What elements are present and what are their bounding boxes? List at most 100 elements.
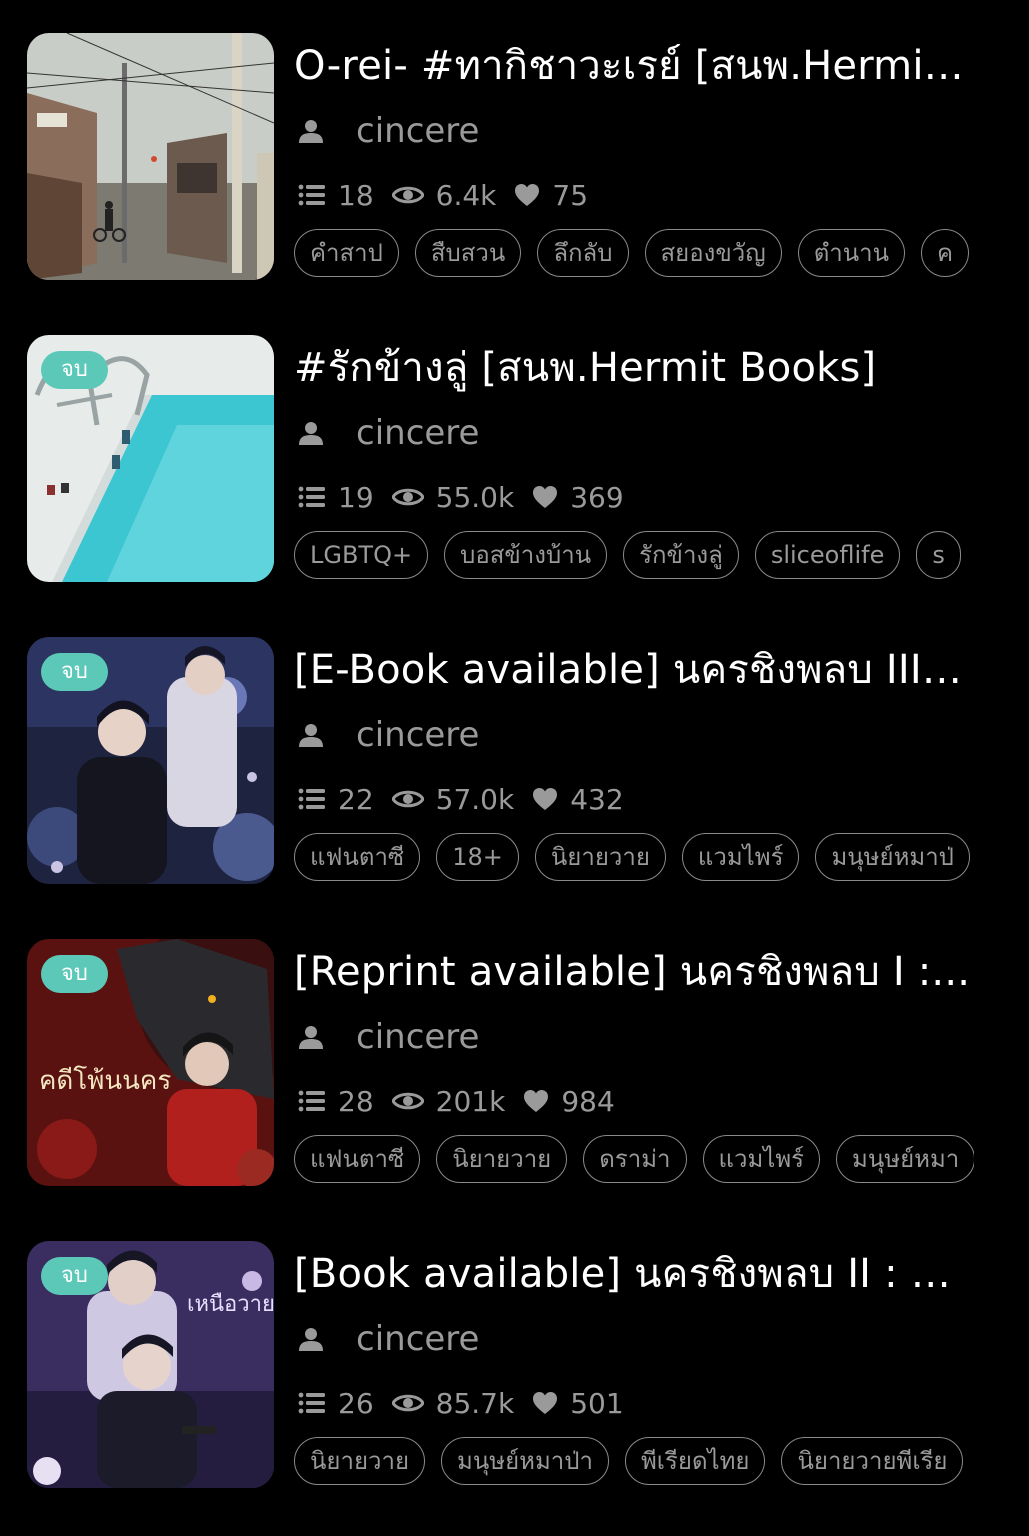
tag-chip[interactable]: นิยายวาย <box>294 1437 426 1485</box>
story-title[interactable]: [E-Book available] นครชิงพลบ III :... <box>294 641 974 699</box>
eye-icon <box>391 788 430 810</box>
story-stats: 28 201k 984 <box>298 1082 633 1120</box>
tag-list: นิยายวาย มนุษย์หมาป่า พีเรียดไทย นิยายวายพี… <box>294 1437 974 1489</box>
story-title[interactable]: O-rei- #ทากิชาวะเรย์ [สนพ.Hermit b... <box>294 37 974 95</box>
story-title[interactable]: [Reprint available] นครชิงพลบ I :... <box>294 943 974 1001</box>
list-icon <box>298 184 332 206</box>
views-stat: 85.7k <box>391 1386 515 1420</box>
list-icon <box>298 486 332 508</box>
eye-icon <box>391 1090 430 1112</box>
tag-chip[interactable]: แวมไพร์ <box>702 1135 821 1183</box>
story-info: [Reprint available] นครชิงพลบ I :... cinc… <box>294 939 974 1187</box>
story-title[interactable]: #รักข้างลู่ [สนพ.Hermit Books] <box>294 339 974 397</box>
tag-chip[interactable]: มนุษย์หมาป่า <box>441 1437 609 1485</box>
story-list: O-rei- #ทากิชาวะเรย์ [สนพ.Hermit b... cin… <box>0 0 1029 1536</box>
story-info: [E-Book available] นครชิงพลบ III :... cin… <box>294 637 974 885</box>
tag-list: LGBTQ+ บอสข้างบ้าน รักข้างลู่ sliceoflife s <box>294 531 974 583</box>
author-name: cincere <box>356 715 480 755</box>
story-cover-image[interactable] <box>27 33 274 280</box>
views-stat: 55.0k <box>391 481 514 514</box>
likes-stat: 501 <box>532 1386 624 1420</box>
views-stat: 6.4k <box>391 179 496 212</box>
completed-badge: จบ <box>41 955 108 993</box>
chapter-count: 28 <box>338 1084 374 1118</box>
eye-icon <box>391 1392 430 1414</box>
chapter-count: 22 <box>338 782 374 816</box>
heart-icon <box>532 485 564 509</box>
completed-badge: จบ <box>41 653 108 691</box>
author-name: cincere <box>356 1319 480 1359</box>
story-title[interactable]: [Book available] นครชิงพลบ II : #เ... <box>294 1245 974 1303</box>
tag-chip[interactable]: สืบสวน <box>414 229 522 277</box>
tag-chip[interactable]: นิยายวาย <box>436 1135 568 1183</box>
svg-text:เหนือวาย: เหนือวาย <box>187 1292 274 1317</box>
view-count: 201k <box>435 1084 506 1118</box>
views-stat: 201k <box>391 1084 506 1118</box>
heart-icon <box>514 183 546 207</box>
tag-chip[interactable]: บอสข้างบ้าน <box>444 531 608 579</box>
eye-icon <box>391 184 430 206</box>
tag-chip[interactable]: ดราม่า <box>583 1135 687 1183</box>
tag-chip[interactable]: สยองขวัญ <box>644 229 782 277</box>
author-name: cincere <box>356 111 480 151</box>
person-icon <box>298 420 340 446</box>
tag-chip[interactable]: แฟนตาซี <box>294 833 421 881</box>
heart-icon <box>523 1089 555 1113</box>
like-count: 501 <box>570 1386 624 1420</box>
view-count: 85.7k <box>435 1386 515 1420</box>
tag-chip[interactable]: 18+ <box>436 833 519 881</box>
list-icon <box>298 1392 332 1414</box>
eye-icon <box>391 486 430 508</box>
tag-chip[interactable]: แฟนตาซี <box>294 1135 421 1183</box>
story-card[interactable]: จบ #รักข้างลู่ [สนพ.Hermit Books] cincere 1… <box>27 335 987 583</box>
tag-chip[interactable]: พีเรียดไทย <box>624 1437 766 1485</box>
tag-chip[interactable]: ลึกลับ <box>537 229 629 277</box>
story-author[interactable]: cincere <box>298 109 479 153</box>
like-count: 984 <box>561 1084 615 1118</box>
chapters-stat: 19 <box>298 481 374 514</box>
chapter-count: 18 <box>338 178 374 212</box>
story-stats: 26 85.7k 501 <box>298 1384 642 1422</box>
svg-text:คดีโพ้นนคร: คดีโพ้นนคร <box>39 1065 171 1096</box>
tag-chip[interactable]: มนุษย์หมาป่ <box>815 833 970 881</box>
tag-chip[interactable]: มนุษย์หมา <box>836 1135 974 1183</box>
story-author[interactable]: cincere <box>298 713 479 757</box>
author-name: cincere <box>356 413 480 453</box>
tag-chip[interactable]: รักข้างลู่ <box>623 531 739 579</box>
story-card[interactable]: คดีโพ้นนคร จบ [Reprint available] นครชิงพล… <box>27 939 987 1187</box>
tag-chip[interactable]: s <box>916 531 961 579</box>
author-name: cincere <box>356 1017 480 1057</box>
story-card[interactable]: O-rei- #ทากิชาวะเรย์ [สนพ.Hermit b... cin… <box>27 33 987 281</box>
tag-list: แฟนตาซี นิยายวาย ดราม่า แวมไพร์ มนุษย์หมา <box>294 1135 974 1187</box>
tag-chip[interactable]: ค <box>921 229 970 277</box>
tag-chip[interactable]: นิยายวายพีเรีย <box>781 1437 964 1485</box>
tag-chip[interactable]: แวมไพร์ <box>681 833 800 881</box>
likes-stat: 432 <box>532 782 624 816</box>
story-author[interactable]: cincere <box>298 1015 479 1059</box>
tag-chip[interactable]: นิยายวาย <box>534 833 666 881</box>
heart-icon <box>532 787 564 811</box>
like-count: 75 <box>552 178 589 212</box>
tag-chip[interactable]: sliceoflife <box>754 531 901 579</box>
chapter-count: 19 <box>338 480 374 514</box>
likes-stat: 369 <box>532 480 624 514</box>
tag-chip[interactable]: ตำนาน <box>797 229 906 277</box>
chapters-stat: 26 <box>298 1387 374 1420</box>
story-author[interactable]: cincere <box>298 1317 479 1361</box>
chapters-stat: 18 <box>298 179 374 212</box>
likes-stat: 75 <box>514 179 588 212</box>
story-card[interactable]: จบ [E-Book available] นครชิงพลบ III :... c… <box>27 637 987 885</box>
like-count: 369 <box>570 480 624 514</box>
story-stats: 22 57.0k 432 <box>298 780 642 818</box>
story-author[interactable]: cincere <box>298 411 479 455</box>
story-card[interactable]: เหนือวาย จบ [Book available] นครชิงพลบ II … <box>27 1241 987 1489</box>
tag-chip[interactable]: LGBTQ+ <box>294 531 429 579</box>
person-icon <box>298 1326 340 1352</box>
completed-badge: จบ <box>41 351 108 389</box>
list-icon <box>298 788 332 810</box>
person-icon <box>298 722 340 748</box>
like-count: 432 <box>570 782 624 816</box>
list-icon <box>298 1090 332 1112</box>
chapters-stat: 28 <box>298 1085 374 1118</box>
tag-chip[interactable]: คำสาป <box>294 229 399 277</box>
